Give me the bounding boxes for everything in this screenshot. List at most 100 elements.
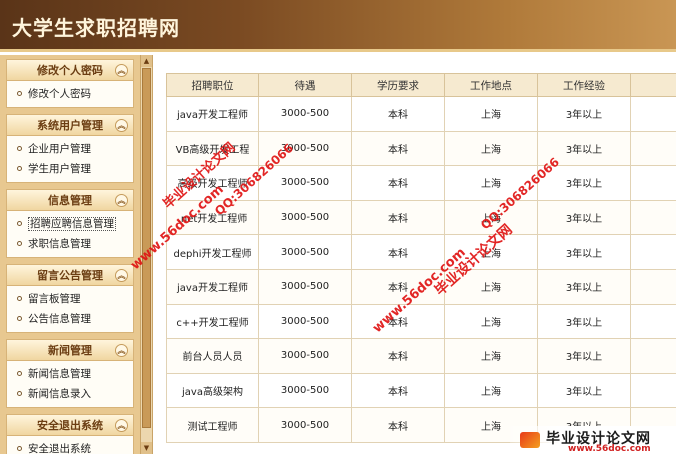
cell-extra	[630, 234, 676, 270]
chevron-up-icon[interactable]: ︽	[115, 344, 128, 357]
cell-salary: 3000-500	[258, 165, 352, 201]
cell-education: 本科	[351, 130, 445, 167]
cell-location: 上海	[444, 96, 538, 132]
app-header: 大学生求职招聘网	[0, 0, 676, 52]
site-logo-badge: 毕业设计论文网 www.56doc.com	[510, 426, 676, 454]
menu-group-messages: 留言公告管理 ︽ 留言板管理 公告信息管理	[6, 264, 134, 333]
cell-location: 上海	[444, 372, 538, 409]
chevron-up-icon[interactable]: ︽	[115, 194, 128, 207]
bullet-icon	[17, 390, 22, 396]
col-header-salary: 待遇	[258, 73, 352, 97]
logo-url: www.56doc.com	[568, 444, 651, 454]
job-table: 招聘职位 待遇 学历要求 工作地点 工作经验 java开发工程师 3000-500…	[166, 73, 676, 443]
cell-position: 前台人员人员	[166, 338, 259, 374]
cell-location: 上海	[444, 268, 538, 305]
cell-experience: 3年以上	[537, 338, 631, 374]
chevron-up-icon[interactable]: ︽	[115, 419, 128, 432]
cell-extra	[630, 303, 676, 340]
cell-position: java开发工程师	[166, 96, 259, 132]
cell-extra	[630, 199, 676, 236]
cell-position: c++开发工程师	[166, 303, 259, 340]
sidebar-item-announcements[interactable]: 公告信息管理	[7, 309, 133, 329]
sidebar-item-news-entry[interactable]: 新闻信息录入	[7, 384, 133, 404]
menu-group-news: 新闻管理 ︽ 新闻信息管理 新闻信息录入	[6, 339, 134, 408]
menu-group-header[interactable]: 修改个人密码 ︽	[7, 60, 133, 81]
cell-extra	[630, 165, 676, 201]
sidebar-item-recruit-info[interactable]: 招聘应聘信息管理	[7, 214, 133, 234]
table-row[interactable]: 高级开发工程师 3000-500 本科 上海 3年以上	[166, 165, 676, 201]
cell-experience: 3年以上	[537, 199, 631, 236]
table-row[interactable]: c++开发工程师 3000-500 本科 上海 3年以上	[166, 303, 676, 340]
cell-experience: 3年以上	[537, 372, 631, 409]
table-row[interactable]: java开发工程师 3000-500 本科 上海 3年以上	[166, 96, 676, 132]
sidebar-item-logout[interactable]: 安全退出系统	[7, 439, 133, 454]
menu-group-password: 修改个人密码 ︽ 修改个人密码	[6, 59, 134, 108]
sidebar: 修改个人密码 ︽ 修改个人密码 系统用户管理 ︽ 企业用户管理 学生用户管理 信…	[0, 55, 140, 454]
cell-experience: 3年以上	[537, 165, 631, 201]
cell-extra	[630, 338, 676, 374]
chevron-up-icon[interactable]: ︽	[115, 269, 128, 282]
chevron-up-icon[interactable]: ︽	[115, 64, 128, 77]
menu-group-header[interactable]: 留言公告管理 ︽	[7, 265, 133, 286]
scroll-down-icon[interactable]: ▼	[141, 442, 152, 454]
sidebar-item-company-users[interactable]: 企业用户管理	[7, 139, 133, 159]
table-row[interactable]: VB高级开发工程 3000-500 本科 上海 3年以上	[166, 130, 676, 167]
cell-location: 上海	[444, 165, 538, 201]
sidebar-item-student-users[interactable]: 学生用户管理	[7, 159, 133, 179]
cell-location: 上海	[444, 234, 538, 270]
menu-group-header[interactable]: 系统用户管理 ︽	[7, 115, 133, 136]
cell-education: 本科	[351, 165, 445, 201]
cell-location: 上海	[444, 130, 538, 167]
site-title: 大学生求职招聘网	[12, 16, 180, 40]
cell-education: 本科	[351, 338, 445, 374]
cell-experience: 3年以上	[537, 268, 631, 305]
cell-education: 本科	[351, 303, 445, 340]
scroll-thumb[interactable]	[142, 68, 151, 428]
cell-experience: 3年以上	[537, 130, 631, 167]
menu-group-header[interactable]: 新闻管理 ︽	[7, 340, 133, 361]
cell-position: VB高级开发工程	[166, 130, 259, 167]
cell-location: 上海	[444, 303, 538, 340]
table-row[interactable]: java高级架构 3000-500 本科 上海 3年以上	[166, 372, 676, 409]
table-row[interactable]: dephi开发工程师 3000-500 本科 上海 3年以上	[166, 234, 676, 270]
cell-position: java高级架构	[166, 372, 259, 409]
cell-education: 本科	[351, 372, 445, 409]
scroll-up-icon[interactable]: ▲	[141, 55, 152, 67]
sidebar-item-jobseek-info[interactable]: 求职信息管理	[7, 234, 133, 254]
sidebar-item-change-password[interactable]: 修改个人密码	[7, 84, 133, 104]
bullet-icon	[17, 370, 22, 376]
cell-salary: 3000-500	[258, 338, 352, 374]
bullet-icon	[17, 220, 22, 226]
cell-extra	[630, 96, 676, 132]
cell-salary: 3000-500	[258, 130, 352, 167]
table-row[interactable]: 前台人员人员 3000-500 本科 上海 3年以上	[166, 338, 676, 374]
table-row[interactable]: java开发工程师 3000-500 本科 上海 3年以上	[166, 268, 676, 305]
chevron-up-icon[interactable]: ︽	[115, 119, 128, 132]
menu-group-header[interactable]: 安全退出系统 ︽	[7, 415, 133, 436]
table-row[interactable]: .net开发工程师 3000-500 本科 上海 3年以上	[166, 199, 676, 236]
cell-position: 高级开发工程师	[166, 165, 259, 201]
table-header-row: 招聘职位 待遇 学历要求 工作地点 工作经验	[166, 73, 676, 97]
bullet-icon	[17, 445, 22, 451]
cell-education: 本科	[351, 268, 445, 305]
cell-location: 上海	[444, 338, 538, 374]
cell-extra	[630, 130, 676, 167]
bullet-icon	[17, 315, 22, 321]
menu-group-header[interactable]: 信息管理 ︽	[7, 190, 133, 211]
sidebar-item-news-manage[interactable]: 新闻信息管理	[7, 364, 133, 384]
cell-position: java开发工程师	[166, 268, 259, 305]
col-header-education: 学历要求	[351, 73, 445, 97]
cell-extra	[630, 372, 676, 409]
col-header-location: 工作地点	[444, 73, 538, 97]
cell-education: 本科	[351, 407, 445, 443]
cell-salary: 3000-500	[258, 234, 352, 270]
content-area: 招聘职位 待遇 学历要求 工作地点 工作经验 java开发工程师 3000-500…	[154, 55, 676, 454]
cell-education: 本科	[351, 96, 445, 132]
sidebar-scrollbar[interactable]: ▲ ▼	[140, 55, 153, 454]
cell-education: 本科	[351, 199, 445, 236]
cell-experience: 3年以上	[537, 96, 631, 132]
menu-group-logout: 安全退出系统 ︽ 安全退出系统	[6, 414, 134, 454]
cell-experience: 3年以上	[537, 234, 631, 270]
sidebar-item-guestbook[interactable]: 留言板管理	[7, 289, 133, 309]
col-header-experience: 工作经验	[537, 73, 631, 97]
